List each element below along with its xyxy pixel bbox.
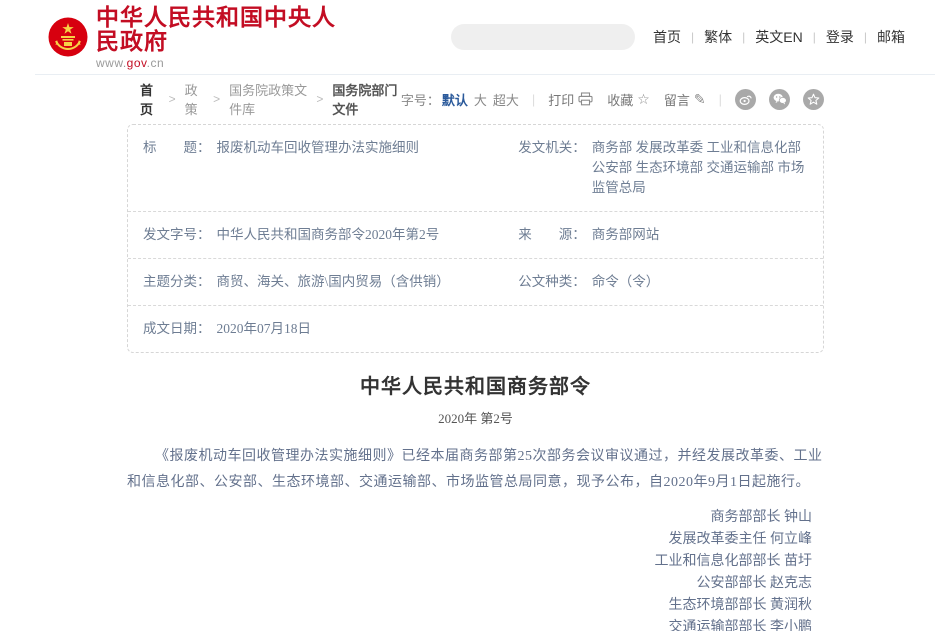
document-meta-table: 标 题： 报废机动车回收管理办法实施细则 发文机关： 商务部 发展改革委 工业和… — [127, 124, 824, 353]
breadcrumb-home[interactable]: 首页 — [140, 80, 160, 118]
document-title: 中华人民共和国商务部令 — [127, 370, 824, 399]
document-issue-number: 2020年 第2号 — [127, 408, 824, 427]
meta-doc-number-cell: 发文字号： 中华人民共和国商务部令2020年第2号 — [128, 212, 503, 258]
meta-issuing-agency-cell: 发文机关： 商务部 发展改革委 工业和信息化部 公安部 生态环境部 交通运输部 … — [503, 125, 823, 211]
nav-divider: | — [864, 30, 867, 44]
meta-value: 商务部 发展改革委 工业和信息化部 公安部 生态环境部 交通运输部 市场监管总局 — [592, 138, 811, 198]
weibo-icon — [739, 93, 752, 106]
meta-doc-type-cell: 公文种类： 命令（令） — [503, 259, 823, 305]
meta-label: 发文字号： — [143, 225, 211, 245]
national-emblem-icon — [48, 17, 88, 57]
meta-value: 报废机动车回收管理办法实施细则 — [217, 138, 492, 198]
nav-divider: | — [691, 30, 694, 44]
site-header: 中华人民共和国中央人民政府 www.gov.cn 首页 | 繁体 | 英文EN … — [0, 0, 951, 74]
breadcrumb-separator: > — [169, 92, 176, 106]
header-divider — [35, 74, 935, 75]
favorite-button[interactable]: 收藏 ☆ — [607, 90, 650, 109]
content-column: 首页 > 政策 > 国务院政策文件库 > 国务院部门文件 字号： 默认 大 超大… — [127, 89, 824, 631]
circle-star-icon — [807, 93, 820, 106]
meta-label: 标 题： — [143, 138, 211, 198]
signature-line: 商务部部长 钟山 — [127, 507, 812, 529]
print-button[interactable]: 打印 — [548, 90, 593, 109]
toolbar-divider: | — [719, 92, 722, 107]
breadcrumb-dept-documents[interactable]: 国务院部门文件 — [332, 80, 400, 118]
meta-label: 来 源： — [518, 225, 586, 245]
breadcrumb-policy-library[interactable]: 国务院政策文件库 — [229, 80, 307, 118]
share-icons — [735, 89, 824, 110]
nav-english[interactable]: 英文EN — [755, 27, 802, 47]
fontsize-xlarge[interactable]: 超大 — [493, 90, 519, 109]
document-body: 中华人民共和国商务部令 2020年 第2号 《报废机动车回收管理办法实施细则》已… — [127, 370, 824, 631]
star-icon: ☆ — [637, 91, 650, 108]
signature-line: 交通运输部部长 李小鹏 — [127, 617, 812, 631]
meta-value: 商务部网站 — [592, 225, 811, 245]
meta-source-cell: 来 源： 商务部网站 — [503, 212, 823, 258]
pencil-icon: ✎ — [694, 91, 706, 108]
signature-block: 商务部部长 钟山 发展改革委主任 何立峰 工业和信息化部部长 苗圩 公安部部长 … — [127, 507, 824, 631]
share-favorite-button[interactable] — [803, 89, 824, 110]
breadcrumb: 首页 > 政策 > 国务院政策文件库 > 国务院部门文件 — [127, 80, 401, 118]
signature-line: 公安部部长 赵克志 — [127, 573, 812, 595]
fontsize-default[interactable]: 默认 — [442, 90, 468, 109]
site-title-block: 中华人民共和国中央人民政府 www.gov.cn — [96, 5, 345, 70]
fontsize-label: 字号： — [401, 90, 440, 109]
site-url: www.gov.cn — [96, 56, 345, 70]
meta-value: 商贸、海关、旅游\国内贸易（含供销） — [217, 272, 492, 292]
meta-date-cell: 成文日期： 2020年07月18日 — [128, 306, 503, 352]
document-actions: 打印 收藏 ☆ 留言 ✎ — [548, 90, 705, 109]
nav-home[interactable]: 首页 — [653, 27, 681, 47]
nav-divider: | — [742, 30, 745, 44]
meta-label: 成文日期： — [143, 319, 211, 339]
meta-label: 主题分类： — [143, 272, 211, 292]
signature-line: 生态环境部部长 黄润秋 — [127, 595, 812, 617]
fontsize-large[interactable]: 大 — [474, 90, 487, 109]
comment-button[interactable]: 留言 ✎ — [664, 90, 706, 109]
printer-icon — [578, 92, 593, 106]
meta-label: 发文机关： — [518, 138, 586, 198]
document-paragraph: 《报废机动车回收管理办法实施细则》已经本届商务部第25次部务会议审议通过，并经发… — [127, 444, 824, 496]
nav-divider: | — [813, 30, 816, 44]
table-row: 标 题： 报废机动车回收管理办法实施细则 发文机关： 商务部 发展改革委 工业和… — [128, 125, 823, 212]
meta-value: 命令（令） — [592, 272, 811, 292]
meta-topic-cell: 主题分类： 商贸、海关、旅游\国内贸易（含供销） — [128, 259, 503, 305]
table-row: 成文日期： 2020年07月18日 — [128, 306, 823, 352]
search-input[interactable] — [438, 24, 626, 50]
nav-traditional[interactable]: 繁体 — [704, 27, 732, 47]
meta-value: 2020年07月18日 — [217, 319, 492, 339]
table-row: 主题分类： 商贸、海关、旅游\国内贸易（含供销） 公文种类： 命令（令） — [128, 259, 823, 306]
site-title: 中华人民共和国中央人民政府 — [96, 5, 345, 53]
breadcrumb-separator: > — [213, 92, 220, 106]
top-nav: 首页 | 繁体 | 英文EN | 登录 | 邮箱 — [653, 27, 905, 47]
wechat-icon — [773, 93, 787, 105]
toolbar: 首页 > 政策 > 国务院政策文件库 > 国务院部门文件 字号： 默认 大 超大… — [127, 89, 824, 109]
signature-line: 发展改革委主任 何立峰 — [127, 529, 812, 551]
meta-value: 中华人民共和国商务部令2020年第2号 — [217, 225, 492, 245]
nav-login[interactable]: 登录 — [826, 27, 854, 47]
nav-mail[interactable]: 邮箱 — [877, 27, 905, 47]
search-box[interactable] — [451, 24, 635, 50]
toolbar-divider: | — [532, 92, 535, 107]
table-row: 发文字号： 中华人民共和国商务部令2020年第2号 来 源： 商务部网站 — [128, 212, 823, 259]
breadcrumb-separator: > — [316, 92, 323, 106]
meta-label: 公文种类： — [518, 272, 586, 292]
share-wechat-button[interactable] — [769, 89, 790, 110]
site-logo[interactable]: 中华人民共和国中央人民政府 www.gov.cn — [48, 5, 345, 70]
signature-line: 工业和信息化部部长 苗圩 — [127, 551, 812, 573]
breadcrumb-policy[interactable]: 政策 — [185, 80, 205, 118]
meta-title-cell: 标 题： 报废机动车回收管理办法实施细则 — [128, 125, 503, 211]
share-weibo-button[interactable] — [735, 89, 756, 110]
fontsize-group: 字号： 默认 大 超大 — [401, 90, 519, 109]
